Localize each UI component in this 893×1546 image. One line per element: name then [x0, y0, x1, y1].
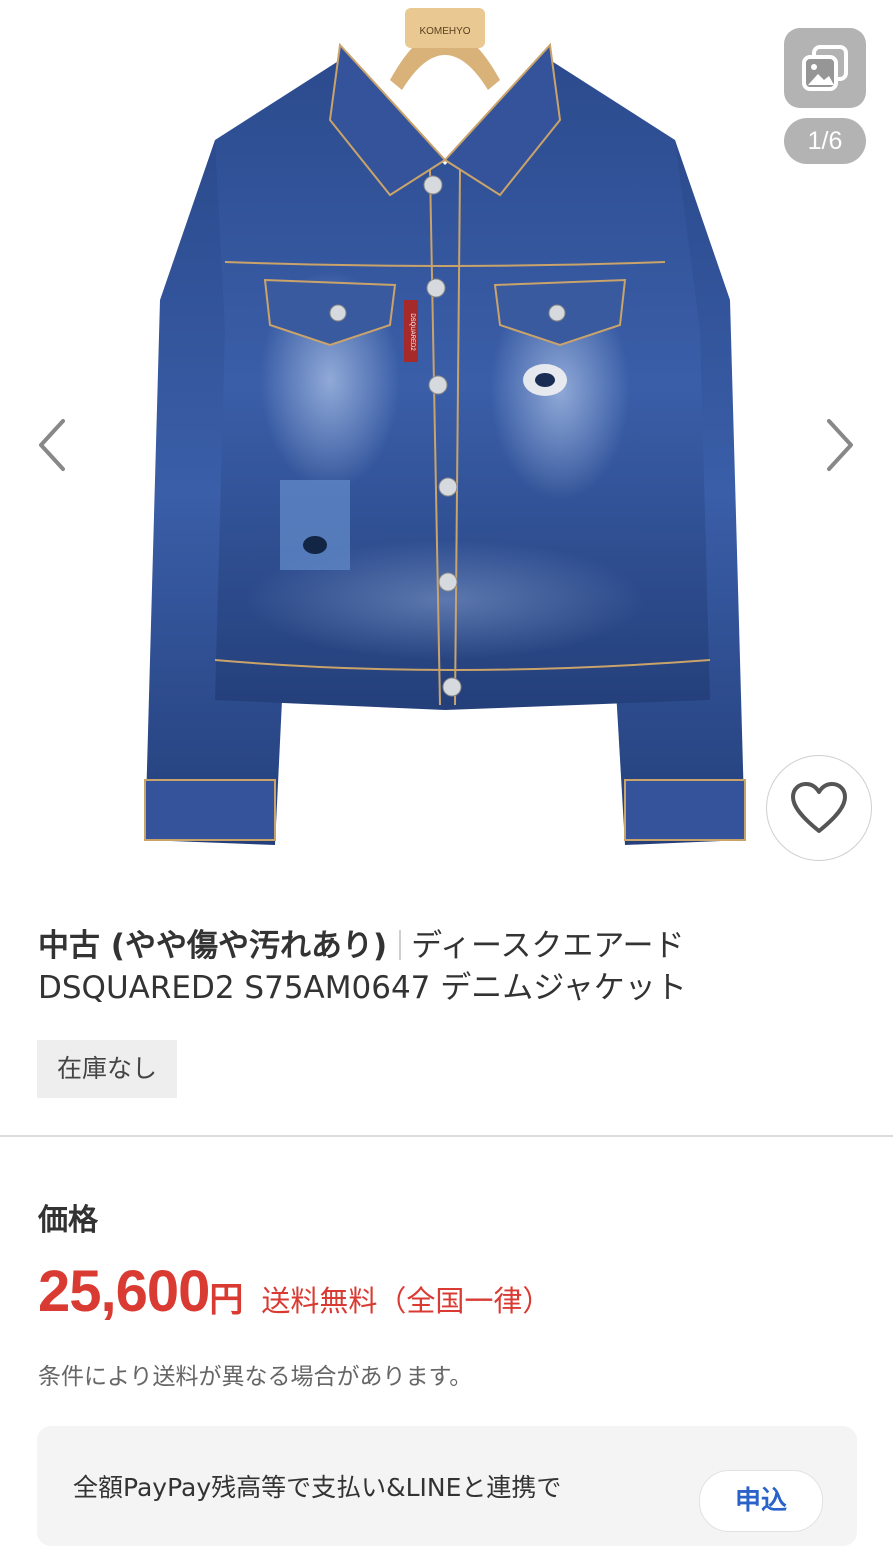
section-divider [0, 1135, 893, 1137]
chevron-right-icon [827, 419, 853, 471]
price-row: 25,600円 送料無料（全国一律） [38, 1258, 551, 1328]
previous-image-button[interactable] [32, 415, 72, 475]
condition-label: 中古 (やや傷や汚れあり) [38, 928, 388, 964]
favorite-button[interactable] [766, 755, 872, 861]
title-divider [399, 930, 402, 960]
chevron-left-icon [39, 419, 65, 471]
product-photo[interactable]: KOMEHYO DSQUARED2 [0, 0, 893, 895]
price-currency: 円 [209, 1280, 244, 1320]
price-heading: 価格 [38, 1203, 98, 1238]
next-image-button[interactable] [820, 415, 860, 475]
image-counter: 1/6 [784, 118, 866, 164]
product-image-gallery[interactable]: KOMEHYO DSQUARED2 1/6 [0, 0, 893, 895]
promo-apply-button[interactable]: 申込 [699, 1470, 823, 1532]
shipping-note: 条件により送料が異なる場合があります。 [38, 1364, 473, 1390]
price-value: 25,600 [38, 1259, 210, 1324]
stock-status-badge: 在庫なし [37, 1040, 178, 1098]
gallery-view-button[interactable] [784, 28, 866, 108]
promo-text: 全額PayPay残高等で支払い&LINEと連携で [73, 1473, 562, 1502]
heart-icon [791, 782, 847, 833]
hanger-brand-text: KOMEHYO [419, 26, 470, 37]
paypay-promo-card: 全額PayPay残高等で支払い&LINEと連携で 申込 [37, 1426, 857, 1546]
image-gallery-icon [802, 45, 848, 91]
product-title-block: 中古 (やや傷や汚れあり) ディースクエアード DSQUARED2 S75AM06… [38, 925, 858, 1009]
brand-label-text: DSQUARED2 [409, 313, 415, 351]
free-shipping-label: 送料無料（全国一律） [261, 1284, 552, 1318]
